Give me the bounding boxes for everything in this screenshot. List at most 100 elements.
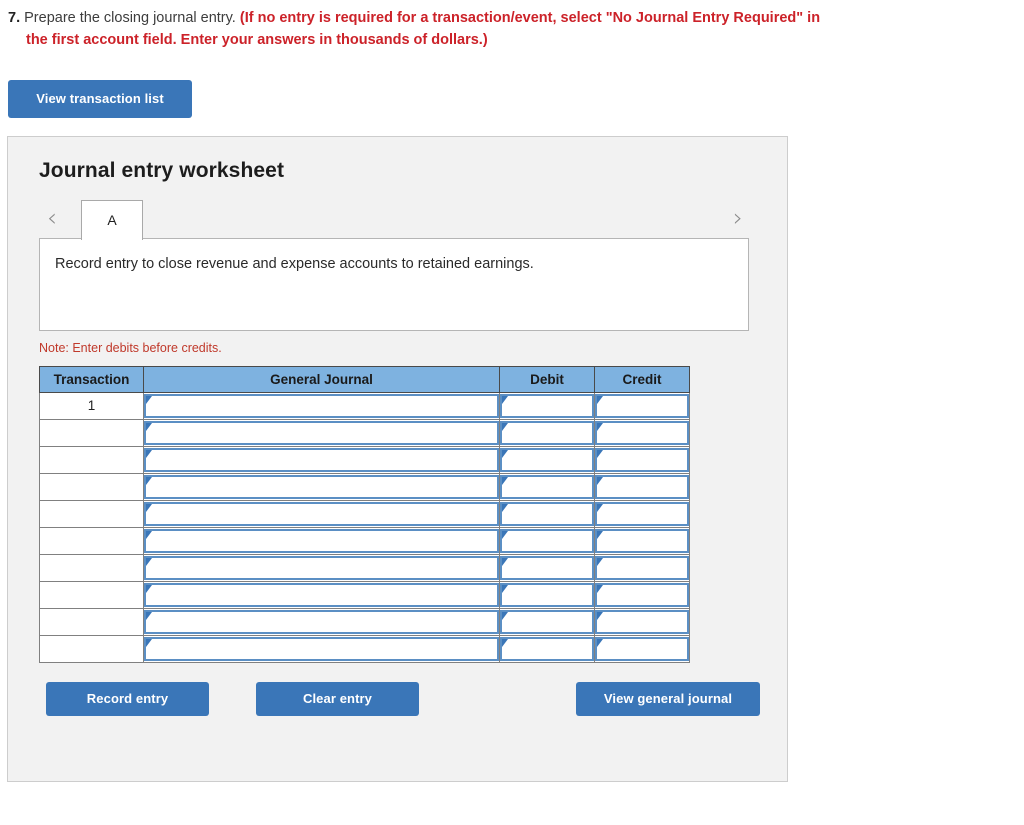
debit-input-7[interactable] [500,555,594,580]
cell-transaction [39,607,144,636]
account-select-2[interactable] [144,420,499,445]
debit-input-1[interactable] [500,393,594,418]
credit-input-field-5[interactable] [597,503,687,524]
debit-input-10[interactable] [500,636,594,661]
debit-input-5[interactable] [500,501,594,526]
credit-input-field-6[interactable] [597,530,687,551]
worksheet-tabstrip: ‹ A › [39,199,749,240]
credit-input-8[interactable] [595,582,689,607]
account-select-3[interactable] [144,447,499,472]
cell-credit [594,445,690,474]
credit-input-1[interactable] [595,393,689,418]
chevron-right-icon[interactable]: › [727,205,749,232]
column-header-general-journal: General Journal [143,365,500,393]
account-select-4[interactable] [144,474,499,499]
cell-general-journal [143,526,500,555]
credit-input-field-8[interactable] [597,584,687,605]
account-select-7[interactable] [144,555,499,580]
debit-input-field-3[interactable] [502,449,592,470]
debit-input-2[interactable] [500,420,594,445]
credit-input-6[interactable] [595,528,689,553]
table-row [39,580,690,609]
cell-credit [594,526,690,555]
column-header-debit: Debit [499,365,595,393]
cell-general-journal [143,418,500,447]
record-entry-button[interactable]: Record entry [46,681,209,716]
account-select-10[interactable] [144,636,499,661]
view-general-journal-button[interactable]: View general journal [576,681,760,716]
table-row [39,634,690,663]
account-select-field-4[interactable] [146,476,497,497]
cell-transaction [39,634,144,663]
debit-input-8[interactable] [500,582,594,607]
clear-entry-button[interactable]: Clear entry [256,681,419,716]
question-text: Prepare the closing journal entry. [24,10,236,26]
debit-input-4[interactable] [500,474,594,499]
credit-input-7[interactable] [595,555,689,580]
view-transaction-list-button[interactable]: View transaction list [8,79,192,118]
debit-input-field-10[interactable] [502,638,592,659]
account-select-field-6[interactable] [146,530,497,551]
table-row: 1 [39,391,690,420]
account-select-field-2[interactable] [146,422,497,443]
debit-input-field-6[interactable] [502,530,592,551]
worksheet-title: Journal entry worksheet [39,158,285,182]
column-header-credit: Credit [594,365,690,393]
credit-input-3[interactable] [595,447,689,472]
credit-input-2[interactable] [595,420,689,445]
account-select-field-1[interactable] [146,395,497,416]
credit-input-field-9[interactable] [597,611,687,632]
debit-input-field-8[interactable] [502,584,592,605]
question-emphasis-line2: the first account field. Enter your answ… [26,31,488,48]
cell-credit [594,634,690,663]
credit-input-field-7[interactable] [597,557,687,578]
account-select-field-10[interactable] [146,638,497,659]
credit-input-4[interactable] [595,474,689,499]
debit-input-6[interactable] [500,528,594,553]
cell-debit [499,553,595,582]
credit-input-field-10[interactable] [597,638,687,659]
account-select-5[interactable] [144,501,499,526]
column-header-transaction: Transaction [39,365,144,393]
cell-transaction [39,445,144,474]
credit-input-field-3[interactable] [597,449,687,470]
account-select-field-9[interactable] [146,611,497,632]
account-select-field-5[interactable] [146,503,497,524]
credit-input-field-2[interactable] [597,422,687,443]
credit-input-field-4[interactable] [597,476,687,497]
credit-input-10[interactable] [595,636,689,661]
cell-debit [499,634,595,663]
tab-a[interactable]: A [81,199,143,240]
account-select-9[interactable] [144,609,499,634]
debit-input-9[interactable] [500,609,594,634]
cell-general-journal [143,580,500,609]
cell-debit [499,391,595,420]
debit-input-field-5[interactable] [502,503,592,524]
debit-input-field-1[interactable] [502,395,592,416]
account-select-1[interactable] [144,393,499,418]
credit-input-5[interactable] [595,501,689,526]
debit-input-3[interactable] [500,447,594,472]
account-select-field-8[interactable] [146,584,497,605]
account-select-6[interactable] [144,528,499,553]
cell-general-journal [143,607,500,636]
cell-debit [499,607,595,636]
cell-transaction [39,418,144,447]
cell-debit [499,580,595,609]
debit-input-field-2[interactable] [502,422,592,443]
journal-entry-table: Transaction General Journal Debit Credit… [39,365,690,663]
account-select-8[interactable] [144,582,499,607]
cell-debit [499,445,595,474]
chevron-left-icon[interactable]: ‹ [41,205,63,232]
cell-debit [499,418,595,447]
credit-input-field-1[interactable] [597,395,687,416]
cell-credit [594,391,690,420]
debit-input-field-7[interactable] [502,557,592,578]
cell-debit [499,499,595,528]
account-select-field-7[interactable] [146,557,497,578]
debit-input-field-9[interactable] [502,611,592,632]
account-select-field-3[interactable] [146,449,497,470]
cell-general-journal [143,472,500,501]
debit-input-field-4[interactable] [502,476,592,497]
credit-input-9[interactable] [595,609,689,634]
